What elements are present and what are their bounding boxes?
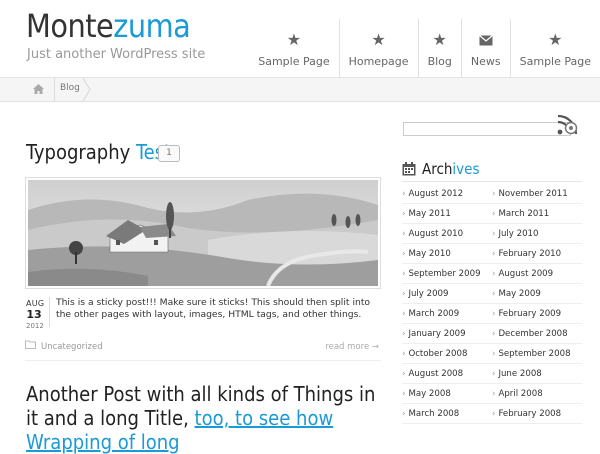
archive-link[interactable]: › May 2010 [402, 249, 451, 259]
comment-count-badge[interactable]: 1 [158, 145, 180, 162]
archives-heading: Archives [402, 160, 480, 178]
post-divider [25, 360, 381, 361]
archive-link[interactable]: › May 2009 [492, 289, 541, 299]
archive-row: › August 2012 › November 2011 [402, 184, 582, 204]
archive-row: › March 2008 › February 2008 [402, 404, 582, 424]
post-category[interactable]: Uncategorized [41, 342, 103, 352]
nav-label: Blog [427, 55, 452, 68]
nav-item-blog[interactable]: ★ Blog [417, 19, 461, 77]
home-icon [33, 84, 44, 94]
archive-link[interactable]: › August 2010 [402, 229, 463, 239]
archive-row: › January 2009 › December 2008 [402, 324, 582, 344]
calendar-icon [402, 162, 416, 176]
archive-row: › August 2008 › June 2008 [402, 364, 582, 384]
archives-divider [402, 181, 582, 182]
nav-item-sample-page-2[interactable]: ★ Sample Page [509, 19, 600, 77]
star-icon: ★ [286, 30, 302, 49]
post-title-part1[interactable]: Typography [26, 140, 136, 164]
archive-row: › May 2008 › April 2008 [402, 384, 582, 404]
archive-link[interactable]: › September 2008 [492, 349, 571, 359]
archive-link[interactable]: › March 2011 [492, 209, 549, 219]
archive-link[interactable]: › May 2008 [402, 389, 451, 399]
archive-row: › September 2009 › August 2009 [402, 264, 582, 284]
breadcrumb-home[interactable] [26, 78, 55, 101]
folder-icon [25, 340, 36, 349]
archive-link[interactable]: › March 2009 [402, 309, 459, 319]
archive-row: › May 2010 › February 2010 [402, 244, 582, 264]
site-title-part1[interactable]: Monte [26, 7, 114, 45]
nav-label: Homepage [348, 55, 409, 68]
archive-row: › October 2008 › September 2008 [402, 344, 582, 364]
read-more-link[interactable]: read more → [325, 342, 379, 352]
main-nav: ★ Sample Page ★ Homepage ★ Blog News ★ S… [249, 19, 600, 77]
landscape-illustration [28, 180, 378, 286]
archive-link[interactable]: › May 2011 [402, 209, 451, 219]
post-date-day: 13 [26, 308, 42, 321]
post2-title[interactable]: Another Post with all kinds of Things in… [26, 382, 386, 454]
nav-item-sample-page[interactable]: ★ Sample Page [249, 19, 338, 77]
featured-image[interactable] [25, 177, 381, 289]
star-icon: ★ [371, 30, 386, 49]
nav-label: Sample Page [519, 55, 591, 68]
site-tagline: Just another WordPress site [27, 47, 206, 62]
nav-label: News [470, 55, 501, 68]
nav-label: Sample Page [258, 55, 330, 68]
archive-link[interactable]: › December 2008 [492, 329, 568, 339]
archive-link[interactable]: › November 2011 [492, 189, 568, 199]
nav-item-homepage[interactable]: ★ Homepage [338, 19, 418, 77]
site-title-part2[interactable]: zuma [113, 7, 191, 45]
nav-item-news[interactable]: News [460, 19, 510, 77]
post-title[interactable]: Typography Test [26, 139, 171, 165]
archive-row: › March 2009 › February 2009 [402, 304, 582, 324]
post-meta: Uncategorized read more → [25, 335, 381, 355]
archive-link[interactable]: › January 2009 [402, 329, 466, 339]
archive-link[interactable]: › February 2008 [492, 409, 561, 419]
archive-link[interactable]: › October 2008 [402, 349, 467, 359]
archive-link[interactable]: › August 2012 [402, 189, 463, 199]
breadcrumb: Blog [0, 77, 600, 102]
archive-row: › May 2011 › March 2011 [402, 204, 582, 224]
archive-link[interactable]: › July 2010 [492, 229, 539, 239]
post-date-month: AUG [26, 299, 45, 308]
search-input[interactable] [403, 122, 571, 136]
archive-link[interactable]: › June 2008 [492, 369, 542, 379]
archive-row: › July 2009 › May 2009 [402, 284, 582, 304]
archives-list: › August 2012 › November 2011 › May 2011 › M… [402, 184, 582, 424]
archive-link[interactable]: › August 2009 [492, 269, 553, 279]
envelope-icon [471, 29, 501, 51]
star-icon: ★ [432, 30, 447, 49]
post-excerpt: This is a sticky post!!! Make sure it st… [56, 297, 371, 320]
breadcrumb-separator-icon [82, 78, 91, 101]
archives-title-part2: ives [452, 160, 480, 178]
archive-link[interactable]: › April 2008 [492, 389, 543, 399]
rss-icon[interactable] [554, 112, 580, 138]
archive-link[interactable]: › February 2009 [492, 309, 561, 319]
archive-link[interactable]: › March 2008 [402, 409, 459, 419]
archive-row: › August 2010 › July 2010 [402, 224, 582, 244]
site-logo[interactable]: Montezuma [26, 6, 191, 46]
post-date: AUG 13 2012 [26, 299, 45, 330]
archives-title-part1: Arch [422, 160, 453, 178]
site-header: Montezuma Just another WordPress site ★ … [0, 0, 600, 77]
date-divider [49, 297, 50, 327]
star-icon: ★ [548, 30, 563, 49]
archive-link[interactable]: › August 2008 [402, 369, 463, 379]
breadcrumb-current[interactable]: Blog [60, 83, 80, 93]
archive-link[interactable]: › September 2009 [402, 269, 481, 279]
archive-link[interactable]: › February 2010 [492, 249, 561, 259]
post-date-year: 2012 [26, 322, 44, 330]
archive-link[interactable]: › July 2009 [402, 289, 449, 299]
